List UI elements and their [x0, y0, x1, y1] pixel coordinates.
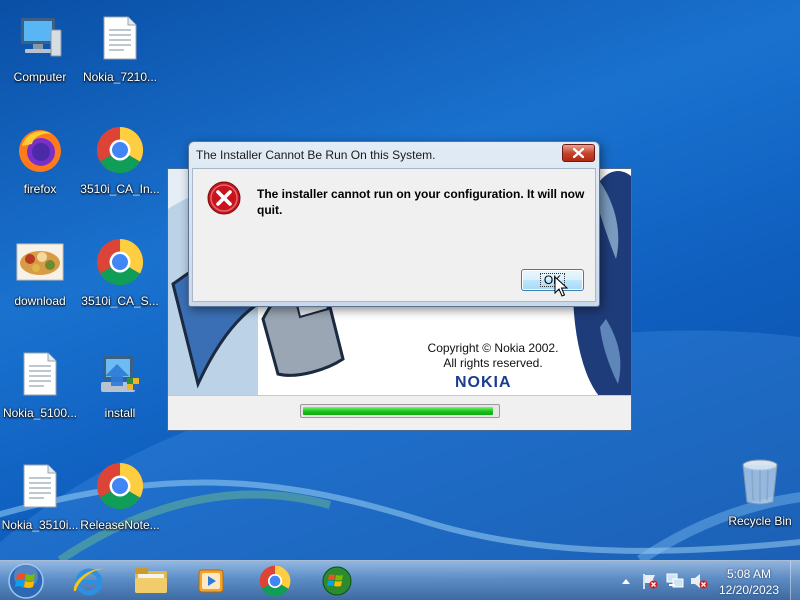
network-tray-button[interactable]	[664, 561, 686, 600]
desktop-icon-firefox[interactable]: firefox	[0, 120, 80, 216]
desktop-icon-releasenote[interactable]: ReleaseNote...	[80, 456, 160, 552]
rights-line: All rights reserved.	[443, 356, 543, 370]
dialog-body: The installer cannot run on your configu…	[192, 168, 596, 302]
desktop-icon-nokia-5100[interactable]: Nokia_5100...	[0, 344, 80, 440]
text-file-icon	[14, 460, 66, 512]
desktop-icon-label: 3510i_CA_In...	[80, 182, 160, 196]
close-button[interactable]	[562, 144, 595, 162]
taskbar-internet-explorer[interactable]	[62, 563, 116, 599]
computer-icon	[14, 12, 66, 64]
desktop-icon-nokia-7210[interactable]: Nokia_7210...	[80, 8, 160, 104]
chrome-icon	[94, 124, 146, 176]
chrome-icon	[94, 236, 146, 288]
installer-status-area	[168, 395, 631, 430]
chevron-up-icon	[622, 579, 630, 584]
copyright-text: Copyright © Nokia 2002. All rights reser…	[418, 341, 568, 371]
action-center-tray-button[interactable]	[640, 561, 660, 600]
error-message: The installer cannot run on your configu…	[257, 187, 585, 217]
desktop-icon-label: download	[14, 294, 66, 308]
action-center-flag-icon	[643, 574, 658, 589]
taskbar-media-player[interactable]	[184, 563, 238, 599]
desktop-icon-label: Nokia_5100...	[2, 406, 78, 420]
install-progress-bar	[300, 404, 500, 418]
volume-tray-button[interactable]	[688, 561, 710, 600]
media-player-icon	[198, 569, 224, 593]
volume-muted-icon	[691, 574, 708, 589]
dialog-title: The Installer Cannot Be Run On this Syst…	[196, 148, 436, 162]
network-icon	[666, 573, 684, 588]
show-hidden-icons-button[interactable]	[618, 561, 634, 600]
desktop-icon-3510i-ca-s[interactable]: 3510i_CA_S...	[80, 232, 160, 328]
desktop-icon-label: install	[104, 406, 136, 420]
mouse-cursor-icon	[554, 276, 568, 297]
text-file-icon	[14, 348, 66, 400]
desktop-icon-label: Nokia_7210...	[82, 70, 158, 84]
desktop-icon-label: ReleaseNote...	[80, 518, 160, 532]
desktop-icon-computer[interactable]: Computer	[0, 8, 80, 104]
desktop-icon-nokia-3510i[interactable]: Nokia_3510i...	[0, 456, 80, 552]
taskbar-chrome[interactable]	[248, 563, 302, 599]
desktop-icon-download[interactable]: download	[0, 232, 80, 328]
show-desktop-button[interactable]	[790, 561, 800, 600]
desktop-icon-recycle-bin[interactable]: Recycle Bin	[720, 452, 800, 548]
progress-fill	[303, 407, 494, 415]
desktop-icon-3510i-ca-in[interactable]: 3510i_CA_In...	[80, 120, 160, 216]
installer-icon	[94, 348, 146, 400]
desktop-icon-label: 3510i_CA_S...	[81, 294, 159, 308]
internet-explorer-icon	[73, 568, 104, 596]
desktop-icon-install[interactable]: install	[80, 344, 160, 440]
start-button[interactable]	[6, 562, 46, 600]
desktop-icon-label: firefox	[23, 182, 57, 196]
desktop: Computer firefox download Nokia_5100... …	[0, 0, 800, 560]
taskbar: 5:08 AM 12/20/2023	[0, 560, 800, 600]
chrome-icon	[259, 565, 291, 597]
clock-date: 12/20/2023	[718, 583, 780, 597]
error-dialog[interactable]: The Installer Cannot Be Run On this Syst…	[188, 141, 600, 307]
windows-installer-icon	[322, 566, 352, 596]
image-file-icon	[14, 236, 66, 288]
chrome-icon	[94, 460, 146, 512]
folder-icon	[135, 568, 167, 593]
copyright-line: Copyright © Nokia 2002.	[427, 341, 559, 355]
recycle-bin-icon	[734, 456, 786, 508]
desktop-icon-label: Nokia_3510i...	[1, 518, 79, 532]
dialog-titlebar[interactable]: The Installer Cannot Be Run On this Syst…	[189, 142, 599, 168]
nokia-logo: NOKIA	[455, 374, 512, 391]
windows-logo-icon	[8, 563, 44, 599]
clock-time: 5:08 AM	[726, 567, 772, 581]
text-file-icon	[94, 12, 146, 64]
firefox-icon	[14, 124, 66, 176]
taskbar-windows-explorer[interactable]	[124, 563, 178, 599]
taskbar-windows-installer[interactable]	[310, 563, 364, 599]
ok-button[interactable]: OK	[521, 269, 584, 291]
error-icon	[207, 181, 241, 215]
close-icon	[573, 148, 584, 158]
desktop-icon-label: Recycle Bin	[728, 514, 792, 528]
system-clock[interactable]: 5:08 AM 12/20/2023	[712, 566, 786, 598]
desktop-icon-label: Computer	[13, 70, 67, 84]
